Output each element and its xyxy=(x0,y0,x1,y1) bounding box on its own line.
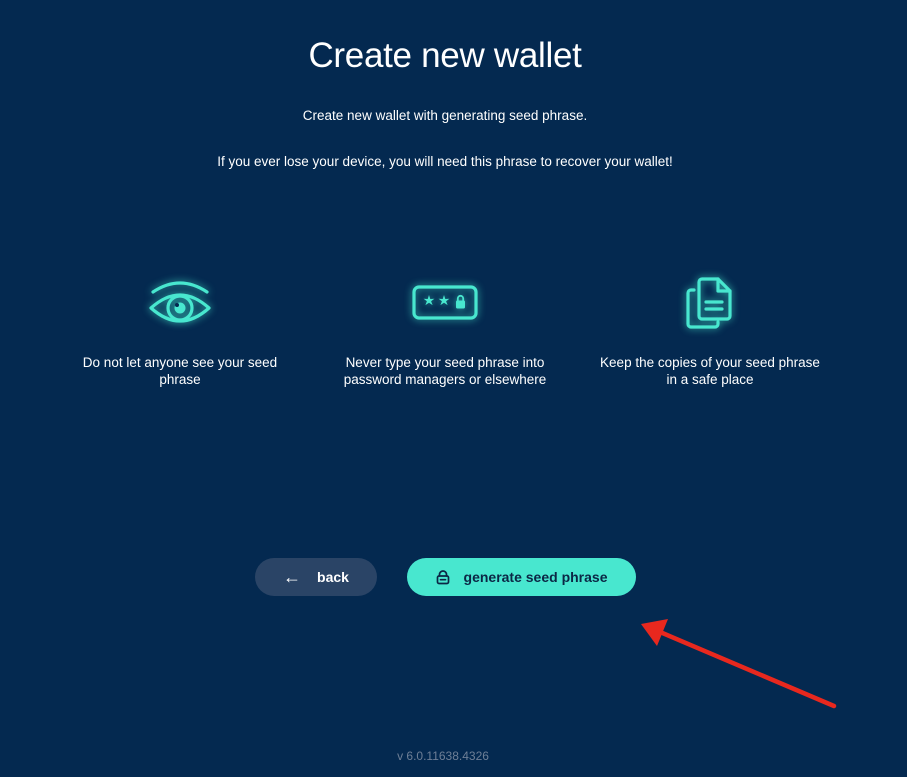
tip-keep-copies: Keep the copies of your seed phrase in a… xyxy=(595,270,825,388)
back-button-label: back xyxy=(317,569,349,585)
generate-button-label: generate seed phrase xyxy=(463,569,608,585)
copies-icon xyxy=(686,277,732,329)
tip-text: Keep the copies of your seed phrase in a… xyxy=(600,355,820,387)
arrow-left-icon: ← xyxy=(283,567,302,587)
page-subtitle: Create new wallet with generating seed p… xyxy=(302,108,588,123)
tip-text: Never type your seed phrase into passwor… xyxy=(343,355,547,387)
tip-text: Do not let anyone see your seed phrase xyxy=(82,355,278,387)
generate-seed-phrase-button[interactable]: generate seed phrase xyxy=(407,558,636,596)
tip-no-one-sees: Do not let anyone see your seed phrase xyxy=(65,270,295,388)
lock-icon xyxy=(436,569,449,584)
back-button[interactable]: ← back xyxy=(255,558,377,596)
recovery-warning: If you ever lose your device, you will n… xyxy=(217,154,673,169)
version-label: v 6.0.11638.4326 xyxy=(397,749,489,763)
eye-icon xyxy=(149,281,211,323)
password-icon xyxy=(412,285,478,320)
tip-no-password-managers: Never type your seed phrase into passwor… xyxy=(330,270,560,388)
page-title: Create new wallet xyxy=(308,36,582,75)
